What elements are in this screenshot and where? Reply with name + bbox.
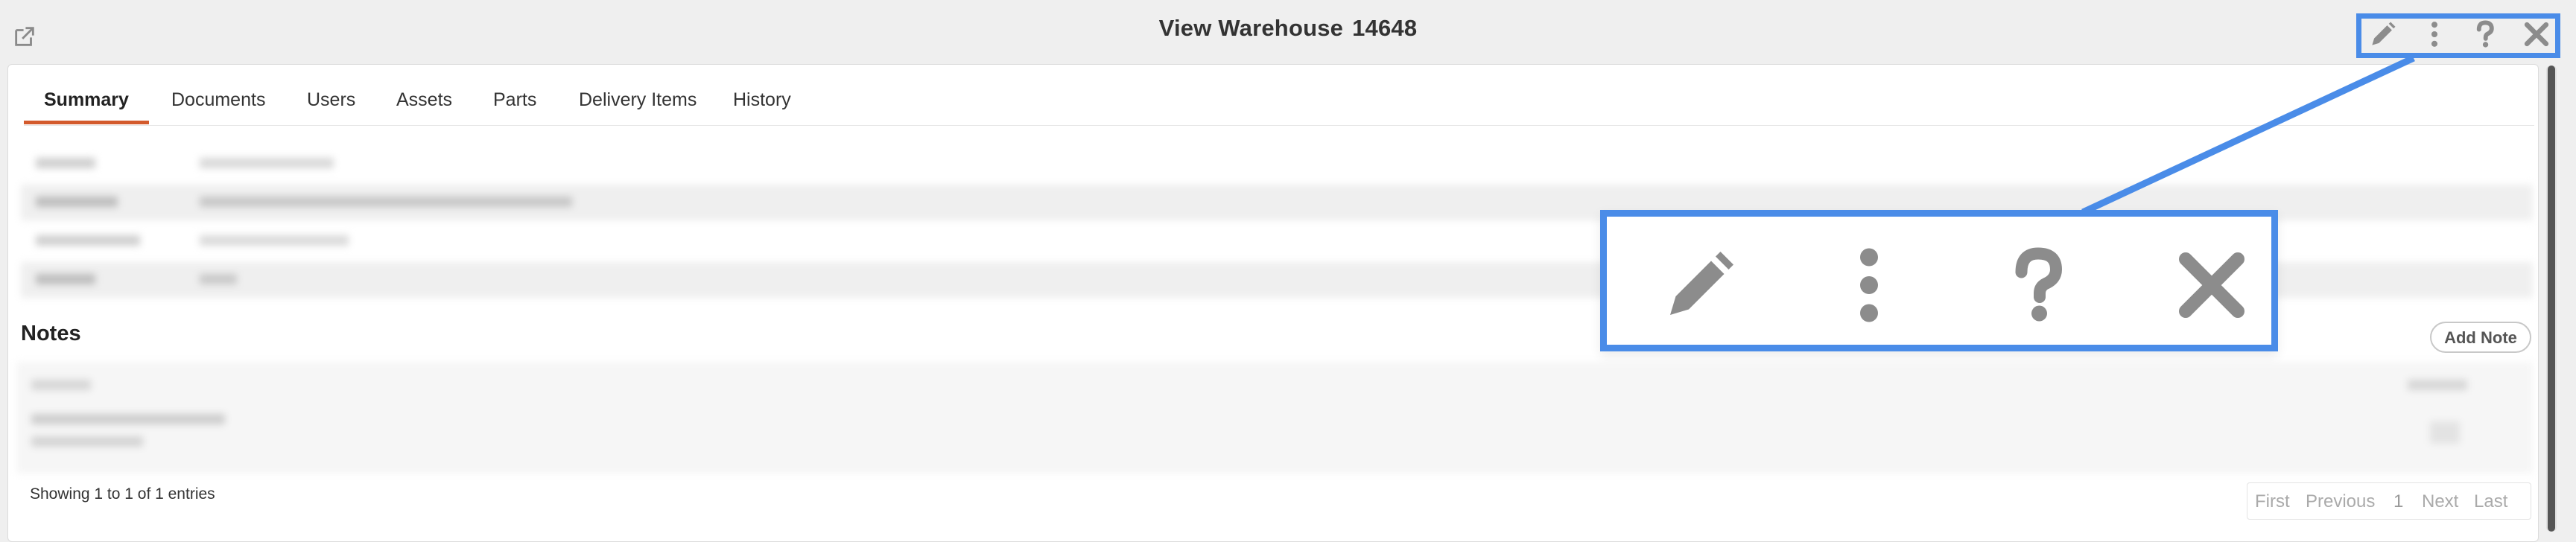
- close-icon: [2179, 252, 2245, 318]
- highlight-box: [2356, 13, 2560, 58]
- pencil-icon: [1670, 252, 1733, 315]
- help-icon: [2015, 247, 2063, 322]
- zoomed-callout: [1600, 210, 2278, 351]
- more-vertical-icon: [1860, 248, 1878, 322]
